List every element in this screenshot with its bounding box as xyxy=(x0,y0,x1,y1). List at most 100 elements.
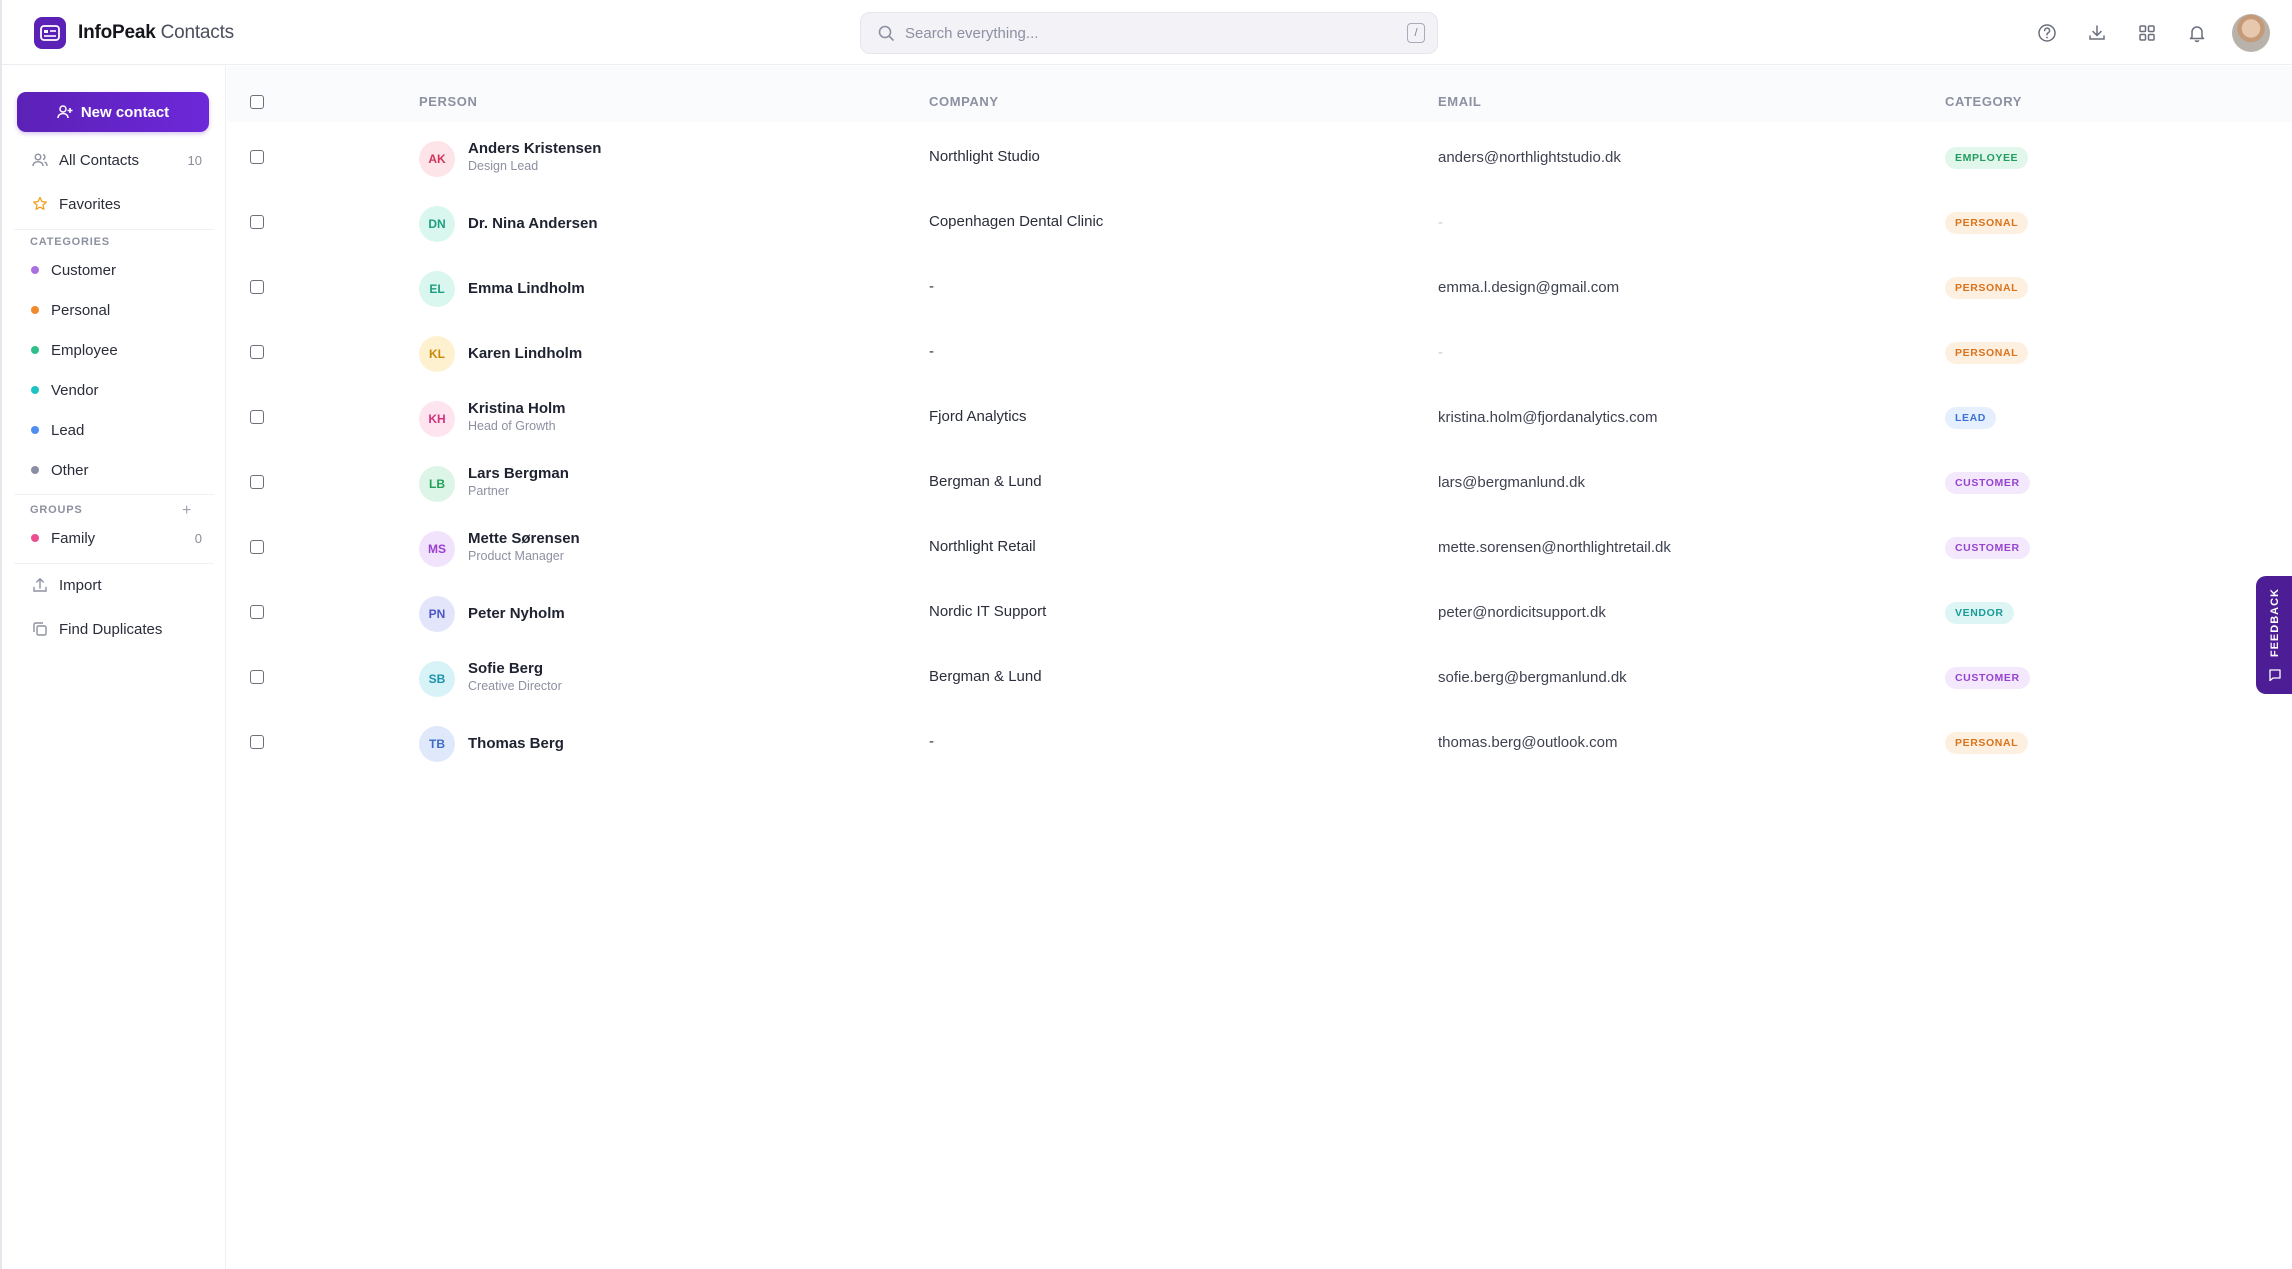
contact-name[interactable]: Emma Lindholm xyxy=(468,280,585,297)
category-dot xyxy=(31,266,39,274)
app-window: InfoPeakContacts / xyxy=(0,0,2292,1269)
contact-email[interactable]: lars@bergmanlund.dk xyxy=(1438,474,1585,491)
category-dot xyxy=(31,426,39,434)
sidebar-item-personal[interactable]: Personal xyxy=(14,294,214,326)
row-checkbox[interactable] xyxy=(250,345,264,359)
row-checkbox[interactable] xyxy=(250,475,264,489)
contact-company: - xyxy=(929,343,934,360)
row-checkbox[interactable] xyxy=(250,540,264,554)
contact-name[interactable]: Lars Bergman xyxy=(468,465,569,482)
row-checkbox[interactable] xyxy=(250,670,264,684)
help-icon[interactable] xyxy=(2028,14,2066,52)
sidebar-item-import[interactable]: Import xyxy=(14,569,214,601)
sidebar-item-count: 0 xyxy=(194,530,202,546)
table-row[interactable]: PN Peter Nyholm Nordic IT Support peter@nor… xyxy=(227,580,2292,645)
sidebar-item-label: Personal xyxy=(51,301,111,319)
app-logo-icon xyxy=(34,17,66,49)
sidebar-item-lead[interactable]: Lead xyxy=(14,414,214,446)
sidebar-item-label: Favorites xyxy=(59,195,121,213)
global-search[interactable]: / xyxy=(860,12,1438,54)
column-header-category[interactable]: CATEGORY xyxy=(1945,94,2022,109)
contact-email[interactable]: sofie.berg@bergmanlund.dk xyxy=(1438,669,1627,686)
row-checkbox[interactable] xyxy=(250,735,264,749)
contact-company: Nordic IT Support xyxy=(929,603,1047,620)
feedback-tab[interactable]: FEEDBACK xyxy=(2256,576,2292,694)
contact-email[interactable]: mette.sorensen@northlightretail.dk xyxy=(1438,539,1671,556)
table-row[interactable]: LB Lars Bergman Partner Bergman & Lund lars@… xyxy=(227,450,2292,515)
add-person-icon xyxy=(57,105,73,119)
divider xyxy=(14,494,214,495)
row-checkbox[interactable] xyxy=(250,215,264,229)
select-all-checkbox[interactable] xyxy=(250,95,264,109)
contact-company: Northlight Retail xyxy=(929,538,1036,555)
contact-email[interactable]: emma.l.design@gmail.com xyxy=(1438,279,1619,296)
contact-email[interactable]: thomas.berg@outlook.com xyxy=(1438,734,1617,751)
contact-name[interactable]: Peter Nyholm xyxy=(468,605,565,622)
contact-email[interactable]: - xyxy=(1438,214,1443,231)
table-row[interactable]: AK Anders Kristensen Design Lead Northlight… xyxy=(227,125,2292,190)
table-row[interactable]: DN Dr. Nina Andersen Copenhagen Dental Cli… xyxy=(227,190,2292,255)
sidebar-item-label: Lead xyxy=(51,421,85,439)
sidebar-item-other[interactable]: Other xyxy=(14,454,214,486)
contact-email[interactable]: - xyxy=(1438,344,1443,361)
contact-avatar: EL xyxy=(419,271,455,307)
contact-name[interactable]: Mette Sørensen xyxy=(468,530,580,547)
apps-grid-icon[interactable] xyxy=(2128,14,2166,52)
contact-name[interactable]: Karen Lindholm xyxy=(468,345,582,362)
search-input[interactable] xyxy=(905,24,1385,42)
contact-email[interactable]: kristina.holm@fjordanalytics.com xyxy=(1438,409,1657,426)
user-avatar[interactable] xyxy=(2232,14,2270,52)
contact-avatar: DN xyxy=(419,206,455,242)
brand[interactable]: InfoPeak Contacts xyxy=(34,17,234,49)
add-group-button[interactable]: + xyxy=(182,502,191,520)
contact-avatar: MS xyxy=(419,531,455,567)
category-dot xyxy=(31,466,39,474)
contact-email[interactable]: peter@nordicitsupport.dk xyxy=(1438,604,1606,621)
category-badge: CUSTOMER xyxy=(1945,667,2030,689)
contact-avatar: AK xyxy=(419,141,455,177)
download-icon[interactable] xyxy=(2078,14,2116,52)
row-checkbox[interactable] xyxy=(250,280,264,294)
contact-title: Design Lead xyxy=(468,159,539,173)
contact-name[interactable]: Kristina Holm xyxy=(468,400,566,417)
sidebar-item-employee[interactable]: Employee xyxy=(14,334,214,366)
sidebar-item-customer[interactable]: Customer xyxy=(14,254,214,286)
table-row[interactable]: SB Sofie Berg Creative Director Bergman & L… xyxy=(227,645,2292,710)
contact-avatar: PN xyxy=(419,596,455,632)
table-row[interactable]: KL Karen Lindholm - - PERSONAL xyxy=(227,320,2292,385)
groups-title: GROUPS xyxy=(30,504,83,516)
table-row[interactable]: EL Emma Lindholm - emma.l.design@gmail.com P… xyxy=(227,255,2292,320)
sidebar-item-label: Other xyxy=(51,461,89,479)
sidebar-item-find-duplicates[interactable]: Find Duplicates xyxy=(14,613,214,645)
row-checkbox[interactable] xyxy=(250,410,264,424)
column-header-email[interactable]: EMAIL xyxy=(1438,94,1481,109)
category-dot xyxy=(31,386,39,394)
category-badge: PERSONAL xyxy=(1945,732,2029,754)
sidebar-item-vendor[interactable]: Vendor xyxy=(14,374,214,406)
sidebar-item-favorites[interactable]: Favorites xyxy=(14,188,214,220)
sidebar-item-all-contacts[interactable]: All Contacts 10 xyxy=(14,144,214,176)
contact-name[interactable]: Dr. Nina Andersen xyxy=(468,215,597,232)
column-header-company[interactable]: COMPANY xyxy=(929,94,999,109)
feedback-label: FEEDBACK xyxy=(2269,588,2281,658)
row-checkbox[interactable] xyxy=(250,605,264,619)
sidebar-item-label: Find Duplicates xyxy=(59,620,163,638)
contact-name[interactable]: Anders Kristensen xyxy=(468,140,601,157)
table-row[interactable]: MS Mette Sørensen Product Manager Northligh… xyxy=(227,515,2292,580)
column-header-person[interactable]: PERSON xyxy=(419,94,478,109)
new-contact-button[interactable]: New contact xyxy=(17,92,209,132)
contact-title: Partner xyxy=(468,484,509,498)
users-icon xyxy=(30,150,50,170)
table-row[interactable]: KH Kristina Holm Head of Growth Fjord Analy… xyxy=(227,385,2292,450)
contact-name[interactable]: Sofie Berg xyxy=(468,660,543,677)
contact-email[interactable]: anders@northlightstudio.dk xyxy=(1438,149,1621,166)
bell-icon[interactable] xyxy=(2178,14,2216,52)
row-checkbox[interactable] xyxy=(250,150,264,164)
sidebar-item-label: Family xyxy=(51,529,96,547)
table-row[interactable]: TB Thomas Berg - thomas.berg@outlook.com PER… xyxy=(227,710,2292,775)
sidebar-item-label: Customer xyxy=(51,261,117,279)
contact-title: Creative Director xyxy=(468,679,562,693)
contact-name[interactable]: Thomas Berg xyxy=(468,735,564,752)
divider xyxy=(14,229,214,230)
sidebar-item-family[interactable]: Family 0 xyxy=(14,522,214,554)
